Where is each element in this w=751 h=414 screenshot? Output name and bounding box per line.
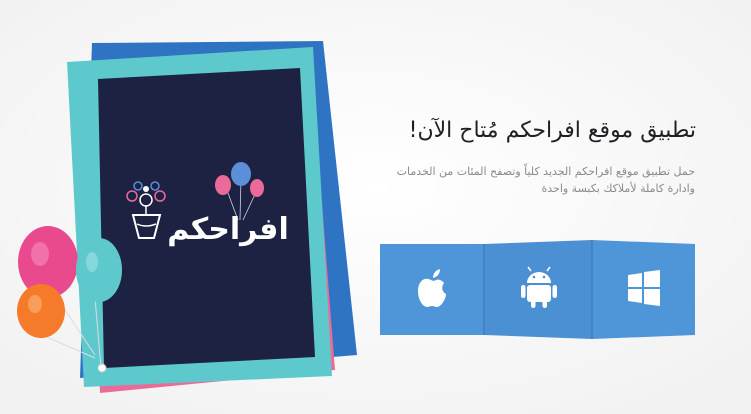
page-headline: تطبيق موقع افراحكم مُتاح الآن! [408, 118, 696, 143]
description-line-1: حمل تطبيق موقع افراحكم الجديد كلياً وتصف… [396, 165, 695, 178]
app-promo-artwork: افراحكم [0, 0, 751, 414]
windows-store-button[interactable] [592, 242, 695, 337]
app-description: حمل تطبيق موقع افراحكم الجديد كلياً وتصف… [355, 163, 695, 197]
apple-store-button[interactable] [380, 244, 484, 335]
logo-wordmark: افراحكم [167, 212, 288, 247]
description-line-2: وادارة كاملة لأملاكك بكبسة واحدة [541, 182, 695, 195]
android-store-button[interactable] [484, 242, 592, 337]
